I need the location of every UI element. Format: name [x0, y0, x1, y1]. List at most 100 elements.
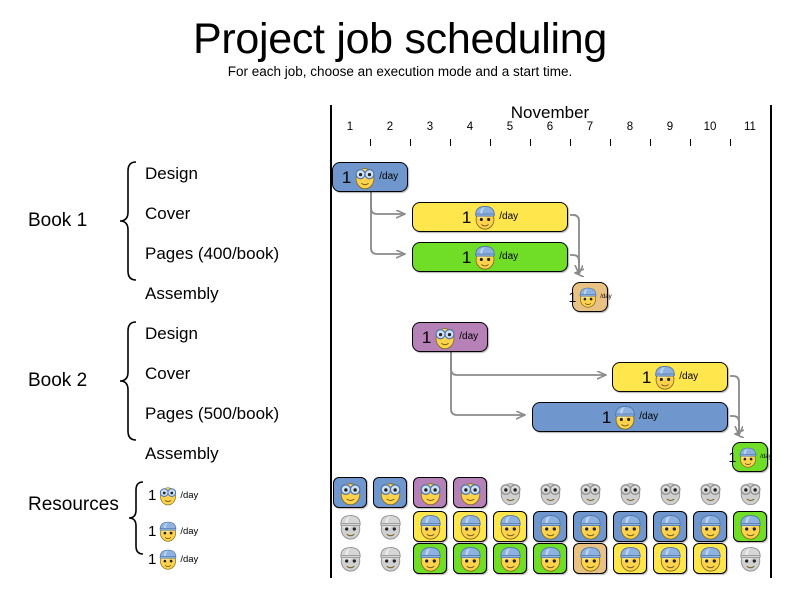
- bar-count: 1: [568, 289, 577, 305]
- axis-tick: [770, 139, 771, 146]
- bar-count: 1: [641, 367, 652, 387]
- axis-tick: [610, 139, 611, 146]
- resource-cell-r1-d11[interactable]: [733, 477, 767, 508]
- bar-book1-pages[interactable]: 1 /day: [412, 242, 568, 272]
- helmet-face-icon: [537, 513, 564, 540]
- resource-cell-r3-d8[interactable]: [613, 543, 647, 574]
- resource-cell-r2-d2[interactable]: [373, 511, 407, 542]
- bar-unit: /day: [459, 331, 479, 342]
- resource-cell-r1-d1[interactable]: [333, 477, 367, 508]
- bar-book2-design[interactable]: 1 /day: [412, 322, 488, 352]
- resource-unit: /day: [180, 489, 199, 501]
- glasses-face-icon: [352, 164, 378, 190]
- resource-cell-r1-d5[interactable]: [493, 477, 527, 508]
- axis-tick: [530, 139, 531, 146]
- helmet-face-icon: [417, 545, 444, 572]
- resource-legend-row-3: 1 /day: [148, 548, 198, 570]
- resource-cell-r2-d9[interactable]: [653, 511, 687, 542]
- resource-cell-r1-d8[interactable]: [613, 477, 647, 508]
- resource-cell-r3-d6[interactable]: [533, 543, 567, 574]
- helmet-face-icon: [697, 513, 724, 540]
- resource-cell-r1-d6[interactable]: [533, 477, 567, 508]
- axis-day-5: 5: [506, 121, 514, 133]
- helmet-face-icon: [157, 520, 179, 542]
- resource-cell-r1-d10[interactable]: [693, 477, 727, 508]
- resource-cell-r2-d10[interactable]: [693, 511, 727, 542]
- row-label-book-2-cover: Cover: [145, 364, 191, 383]
- resource-cell-r3-d2[interactable]: [373, 543, 407, 574]
- resource-cell-r2-d4[interactable]: [453, 511, 487, 542]
- glasses-face-icon: [377, 479, 404, 506]
- bar-count: 1: [728, 449, 737, 465]
- resource-cell-r3-d5[interactable]: [493, 543, 527, 574]
- axis-tick: [570, 139, 571, 146]
- resource-cell-r3-d3[interactable]: [413, 543, 447, 574]
- glasses-face-icon: [577, 479, 604, 506]
- resource-cell-r2-d1[interactable]: [333, 511, 367, 542]
- resource-cell-r1-d3[interactable]: [413, 477, 447, 508]
- resource-cell-r1-d4[interactable]: [453, 477, 487, 508]
- axis-day-4: 4: [466, 121, 474, 133]
- resource-cell-r3-d11[interactable]: [733, 543, 767, 574]
- resource-cell-r3-d1[interactable]: [333, 543, 367, 574]
- resource-cell-r2-d6[interactable]: [533, 511, 567, 542]
- resource-unit: /day: [180, 553, 199, 565]
- helmet-face-icon: [417, 513, 444, 540]
- bar-book1-design[interactable]: 1 /day: [332, 162, 408, 192]
- bar-count: 1: [461, 247, 472, 267]
- bar-book1-cover[interactable]: 1 /day: [412, 202, 568, 232]
- glasses-face-icon: [417, 479, 444, 506]
- resource-count: 1: [148, 486, 157, 504]
- row-label-book-1-design: Design: [145, 164, 198, 183]
- resource-cell-r3-d9[interactable]: [653, 543, 687, 574]
- page-subtitle: For each job, choose an execution mode a…: [227, 64, 573, 79]
- axis-day-9: 9: [666, 121, 674, 133]
- resource-cell-r2-d3[interactable]: [413, 511, 447, 542]
- glasses-face-icon: [657, 479, 684, 506]
- bar-book2-assembly[interactable]: 1 /day: [728, 442, 772, 472]
- axis-tick: [690, 139, 691, 146]
- resource-cell-r1-d2[interactable]: [373, 477, 407, 508]
- resource-cell-r3-d10[interactable]: [693, 543, 727, 574]
- bar-book1-assembly[interactable]: 1 /day: [568, 282, 612, 312]
- axis-tick: [650, 139, 651, 146]
- resource-cell-r2-d5[interactable]: [493, 511, 527, 542]
- axis-day-7: 7: [586, 121, 594, 133]
- axis-day-6: 6: [546, 121, 554, 133]
- bar-unit: /day: [499, 251, 519, 262]
- bar-book2-pages[interactable]: 1 /day: [532, 402, 728, 432]
- glasses-face-icon: [337, 479, 364, 506]
- glasses-face-icon: [697, 479, 724, 506]
- helmet-face-icon: [337, 545, 364, 572]
- group-label-book-2: Book 2: [28, 370, 88, 391]
- resource-cell-r2-d8[interactable]: [613, 511, 647, 542]
- bar-count: 1: [421, 327, 432, 347]
- helmet-face-icon: [337, 513, 364, 540]
- glasses-face-icon: [737, 479, 764, 506]
- bar-unit: /day: [639, 411, 659, 422]
- helmet-face-icon: [472, 204, 498, 230]
- resource-cell-r1-d7[interactable]: [573, 477, 607, 508]
- resource-cell-r1-d9[interactable]: [653, 477, 687, 508]
- axis-right-border: [770, 105, 772, 578]
- resource-cell-r2-d7[interactable]: [573, 511, 607, 542]
- glasses-face-icon: [617, 479, 644, 506]
- bar-count: 1: [341, 167, 352, 187]
- helmet-face-icon: [612, 404, 638, 430]
- row-label-book-1-pages: Pages (400/book): [145, 244, 280, 263]
- axis-day-10: 10: [703, 121, 717, 133]
- resource-count: 1: [148, 550, 157, 568]
- bar-unit: /day: [679, 371, 699, 382]
- axis-day-1: 1: [346, 121, 354, 133]
- axis-month-label: November: [510, 103, 590, 122]
- helmet-face-icon: [157, 548, 179, 570]
- bar-count: 1: [461, 207, 472, 227]
- helmet-face-icon: [377, 513, 404, 540]
- bar-book2-cover[interactable]: 1 /day: [612, 362, 728, 392]
- glasses-face-icon: [497, 479, 524, 506]
- bar-unit: /day: [600, 294, 612, 300]
- resource-cell-r2-d11[interactable]: [733, 511, 767, 542]
- resource-cell-r3-d7[interactable]: [573, 543, 607, 574]
- resource-cell-r3-d4[interactable]: [453, 543, 487, 574]
- axis-day-3: 3: [426, 121, 434, 133]
